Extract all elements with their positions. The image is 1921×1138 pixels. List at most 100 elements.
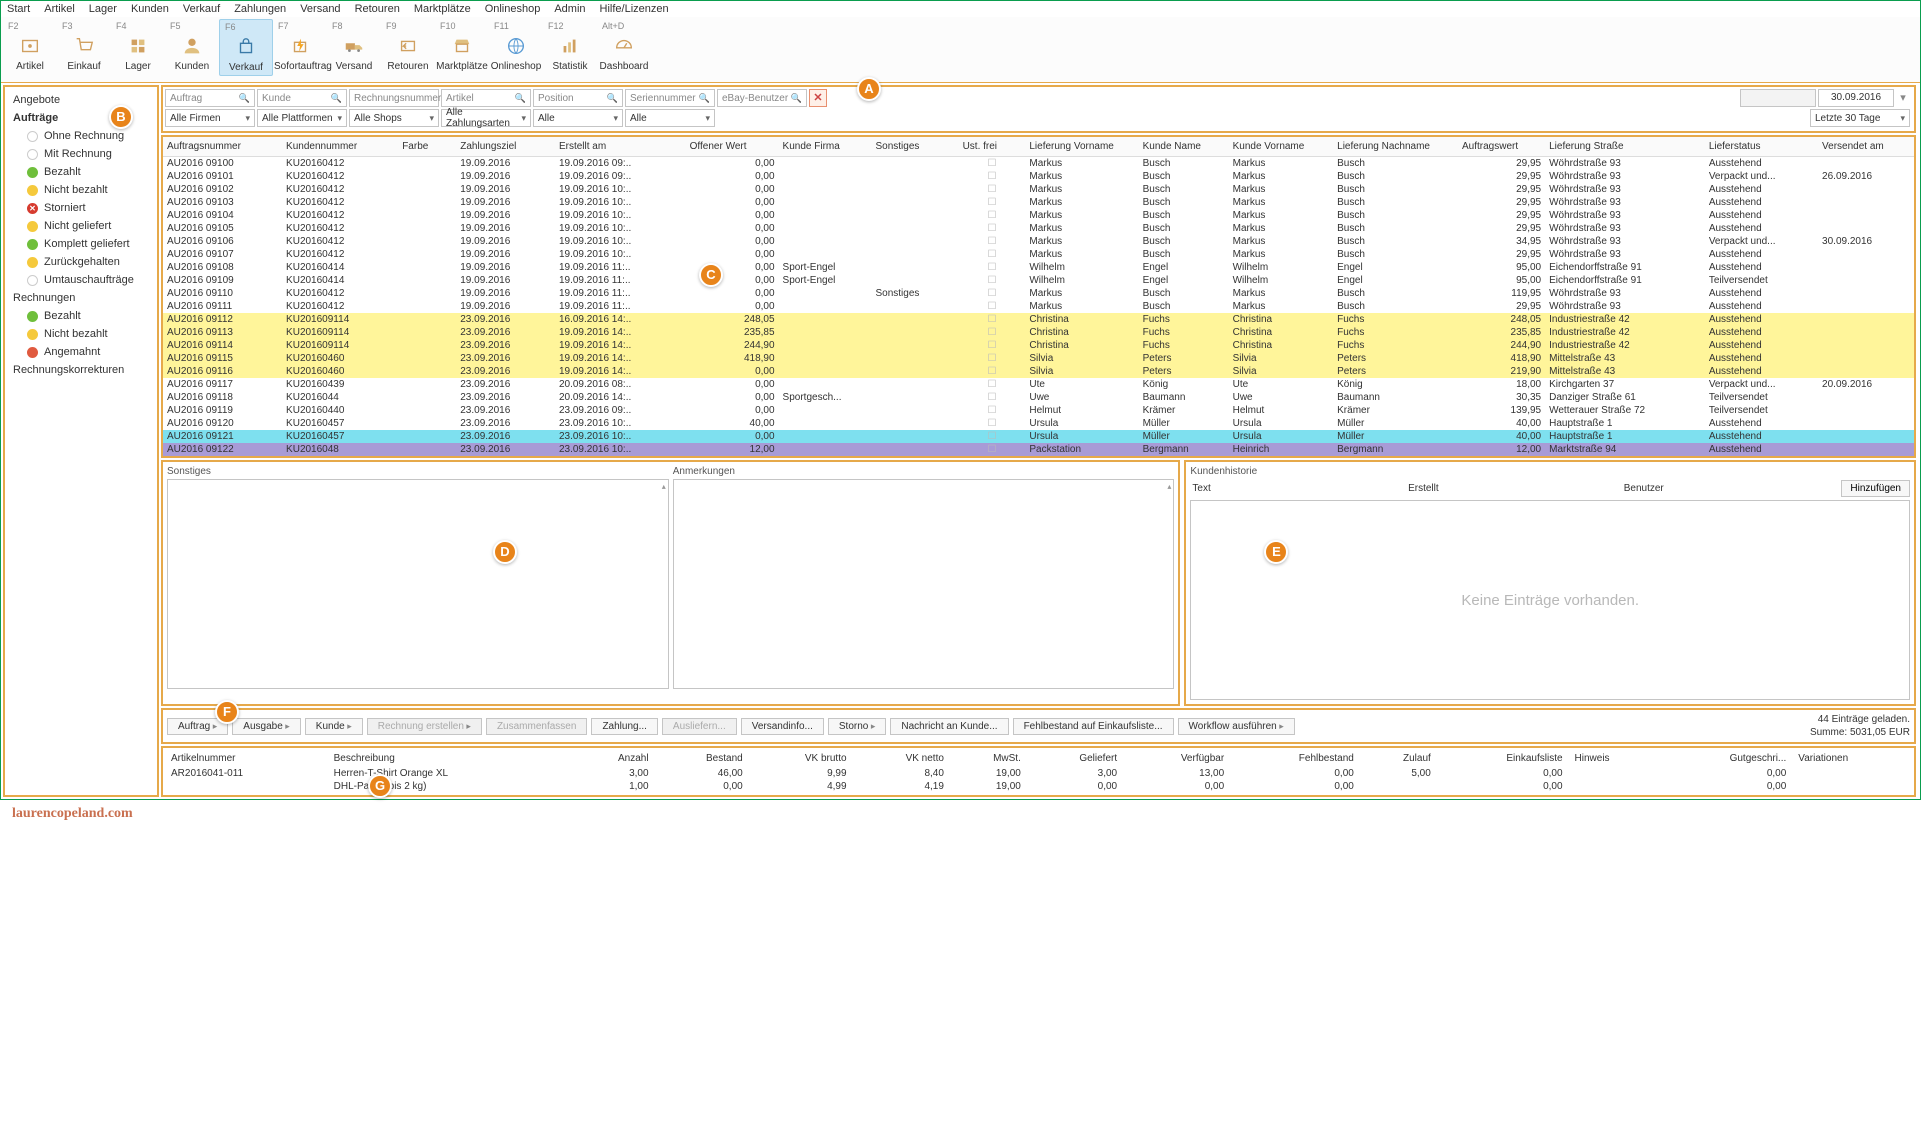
add-history-button[interactable]: Hinzufügen xyxy=(1841,480,1910,497)
sidebar-item-umtauschaufträge[interactable]: Umtauschaufträge xyxy=(5,271,157,289)
menu-hilfe/lizenzen[interactable]: Hilfe/Lizenzen xyxy=(600,3,669,15)
menu-retouren[interactable]: Retouren xyxy=(355,3,400,15)
menu-start[interactable]: Start xyxy=(7,3,30,15)
col-zahlungsziel[interactable]: Zahlungsziel xyxy=(456,137,555,157)
order-row[interactable]: AU2016 09111KU2016041219.09.201619.09.20… xyxy=(163,300,1914,313)
dcol-bestand[interactable]: Bestand xyxy=(655,750,749,767)
col-lieferung-nachname[interactable]: Lieferung Nachname xyxy=(1333,137,1458,157)
search-artikel[interactable]: Artikel xyxy=(441,89,531,107)
dcol-zulauf[interactable]: Zulauf xyxy=(1360,750,1437,767)
menu-artikel[interactable]: Artikel xyxy=(44,3,75,15)
combo-alle-plattformen[interactable]: Alle Plattformen xyxy=(257,109,347,127)
col-auftragswert[interactable]: Auftragswert xyxy=(1458,137,1545,157)
col-offener-wert[interactable]: Offener Wert xyxy=(686,137,779,157)
action-versandinfo-[interactable]: Versandinfo... xyxy=(741,718,824,735)
ribbon-einkauf[interactable]: F3Einkauf xyxy=(57,19,111,76)
ribbon-artikel[interactable]: F2Artikel xyxy=(3,19,57,76)
sidebar-item-komplett-geliefert[interactable]: Komplett geliefert xyxy=(5,235,157,253)
order-row[interactable]: AU2016 09114KU20160911423.09.201619.09.2… xyxy=(163,339,1914,352)
date-to[interactable]: 30.09.2016 xyxy=(1818,89,1894,107)
dcol-artikelnummer[interactable]: Artikelnummer xyxy=(165,750,328,767)
combo-alle[interactable]: Alle xyxy=(533,109,623,127)
dcol-vk-netto[interactable]: VK netto xyxy=(853,750,950,767)
col-lieferung-vorname[interactable]: Lieferung Vorname xyxy=(1025,137,1138,157)
order-row[interactable]: AU2016 09121KU2016045723.09.201623.09.20… xyxy=(163,430,1914,443)
ribbon-lager[interactable]: F4Lager xyxy=(111,19,165,76)
sidebar-item-zurückgehalten[interactable]: Zurückgehalten xyxy=(5,253,157,271)
menu-kunden[interactable]: Kunden xyxy=(131,3,169,15)
order-row[interactable]: AU2016 09113KU20160911423.09.201619.09.2… xyxy=(163,326,1914,339)
order-row[interactable]: AU2016 09100KU2016041219.09.201619.09.20… xyxy=(163,157,1914,171)
col-kunde-vorname[interactable]: Kunde Vorname xyxy=(1229,137,1334,157)
detail-row[interactable]: DHL-Paket (bis 2 kg)1,000,004,994,1919,0… xyxy=(165,780,1912,793)
col-farbe[interactable]: Farbe xyxy=(398,137,456,157)
textarea-anmerkungen[interactable] xyxy=(673,479,1175,689)
sidebar-item-ohne-rechnung[interactable]: Ohne Rechnung xyxy=(5,127,157,145)
col-lieferung-stra-e[interactable]: Lieferung Straße xyxy=(1545,137,1705,157)
order-row[interactable]: AU2016 09112KU20160911423.09.201616.09.2… xyxy=(163,313,1914,326)
dcol-mwst-[interactable]: MwSt. xyxy=(950,750,1027,767)
dcol-variationen[interactable]: Variationen xyxy=(1792,750,1912,767)
col-lieferstatus[interactable]: Lieferstatus xyxy=(1705,137,1818,157)
sidebar-group-rechnungen[interactable]: Rechnungen xyxy=(5,289,157,307)
dcol-fehlbestand[interactable]: Fehlbestand xyxy=(1230,750,1360,767)
col-erstellt-am[interactable]: Erstellt am xyxy=(555,137,686,157)
sidebar-item-nicht-bezahlt[interactable]: Nicht bezahlt xyxy=(5,181,157,199)
action-kunde[interactable]: Kunde xyxy=(305,718,363,735)
sidebar-item-bezahlt[interactable]: Bezahlt xyxy=(5,307,157,325)
order-row[interactable]: AU2016 09102KU2016041219.09.201619.09.20… xyxy=(163,183,1914,196)
ribbon-versand[interactable]: F8Versand xyxy=(327,19,381,76)
combo-alle-firmen[interactable]: Alle Firmen xyxy=(165,109,255,127)
ribbon-dashboard[interactable]: Alt+DDashboard xyxy=(597,19,651,76)
action-zahlung-[interactable]: Zahlung... xyxy=(591,718,657,735)
order-row[interactable]: AU2016 09106KU2016041219.09.201619.09.20… xyxy=(163,235,1914,248)
dcol-einkaufsliste[interactable]: Einkaufsliste xyxy=(1437,750,1569,767)
sidebar-item-storniert[interactable]: ✕Storniert xyxy=(5,199,157,217)
order-row[interactable]: AU2016 09101KU2016041219.09.201619.09.20… xyxy=(163,170,1914,183)
sidebar-group-aufträge[interactable]: Aufträge xyxy=(5,109,157,127)
menu-zahlungen[interactable]: Zahlungen xyxy=(234,3,286,15)
combo-alle-zahlungsarten[interactable]: Alle Zahlungsarten xyxy=(441,109,531,127)
search-ebay-benutzer[interactable]: eBay-Benutzer xyxy=(717,89,807,107)
col-kundennummer[interactable]: Kundennummer xyxy=(282,137,398,157)
order-row[interactable]: AU2016 09104KU2016041219.09.201619.09.20… xyxy=(163,209,1914,222)
detail-row[interactable]: AR2016041-011Herren-T-Shirt Orange XL3,0… xyxy=(165,767,1912,780)
order-row[interactable]: AU2016 09109KU2016041419.09.201619.09.20… xyxy=(163,274,1914,287)
menu-versand[interactable]: Versand xyxy=(300,3,340,15)
textarea-sonstiges[interactable] xyxy=(167,479,669,689)
combo-alle-shops[interactable]: Alle Shops xyxy=(349,109,439,127)
dcol-gutgeschri-[interactable]: Gutgeschri... xyxy=(1659,750,1792,767)
order-row[interactable]: AU2016 09115KU2016046023.09.201619.09.20… xyxy=(163,352,1914,365)
menu-admin[interactable]: Admin xyxy=(554,3,585,15)
order-row[interactable]: AU2016 09120KU2016045723.09.201623.09.20… xyxy=(163,417,1914,430)
action-nachricht-an-kunde-[interactable]: Nachricht an Kunde... xyxy=(890,718,1008,735)
order-row[interactable]: AU2016 09119KU2016044023.09.201623.09.20… xyxy=(163,404,1914,417)
sidebar-item-angemahnt[interactable]: Angemahnt xyxy=(5,343,157,361)
sidebar-group-rechnungskorrekturen[interactable]: Rechnungskorrekturen xyxy=(5,361,157,379)
dcol-anzahl[interactable]: Anzahl xyxy=(572,750,654,767)
sidebar-group-angebote[interactable]: Angebote xyxy=(5,91,157,109)
order-row[interactable]: AU2016 09118KU201604423.09.201620.09.201… xyxy=(163,391,1914,404)
order-row[interactable]: AU2016 09116KU2016046023.09.201619.09.20… xyxy=(163,365,1914,378)
action-fehlbestand-auf-einkaufsliste-[interactable]: Fehlbestand auf Einkaufsliste... xyxy=(1013,718,1174,735)
menu-verkauf[interactable]: Verkauf xyxy=(183,3,220,15)
menu-lager[interactable]: Lager xyxy=(89,3,117,15)
col-auftragsnummer[interactable]: Auftragsnummer xyxy=(163,137,282,157)
dcol-vk-brutto[interactable]: VK brutto xyxy=(749,750,853,767)
action-workflow-ausf-hren[interactable]: Workflow ausführen xyxy=(1178,718,1295,735)
dcol-beschreibung[interactable]: Beschreibung xyxy=(328,750,573,767)
action-storno[interactable]: Storno xyxy=(828,718,887,735)
sidebar-item-mit-rechnung[interactable]: Mit Rechnung xyxy=(5,145,157,163)
order-row[interactable]: AU2016 09107KU2016041219.09.201619.09.20… xyxy=(163,248,1914,261)
ribbon-statistik[interactable]: F12Statistik xyxy=(543,19,597,76)
combo-alle[interactable]: Alle xyxy=(625,109,715,127)
menu-onlineshop[interactable]: Onlineshop xyxy=(485,3,541,15)
orders-grid[interactable]: C AuftragsnummerKundennummerFarbeZahlung… xyxy=(161,135,1916,458)
ribbon-kunden[interactable]: F5Kunden xyxy=(165,19,219,76)
order-row[interactable]: AU2016 09117KU2016043923.09.201620.09.20… xyxy=(163,378,1914,391)
search-kunde[interactable]: Kunde xyxy=(257,89,347,107)
ribbon-retouren[interactable]: F9Retouren xyxy=(381,19,435,76)
action-ausgabe[interactable]: Ausgabe xyxy=(232,718,301,735)
search-auftrag[interactable]: Auftrag xyxy=(165,89,255,107)
sidebar-item-bezahlt[interactable]: Bezahlt xyxy=(5,163,157,181)
